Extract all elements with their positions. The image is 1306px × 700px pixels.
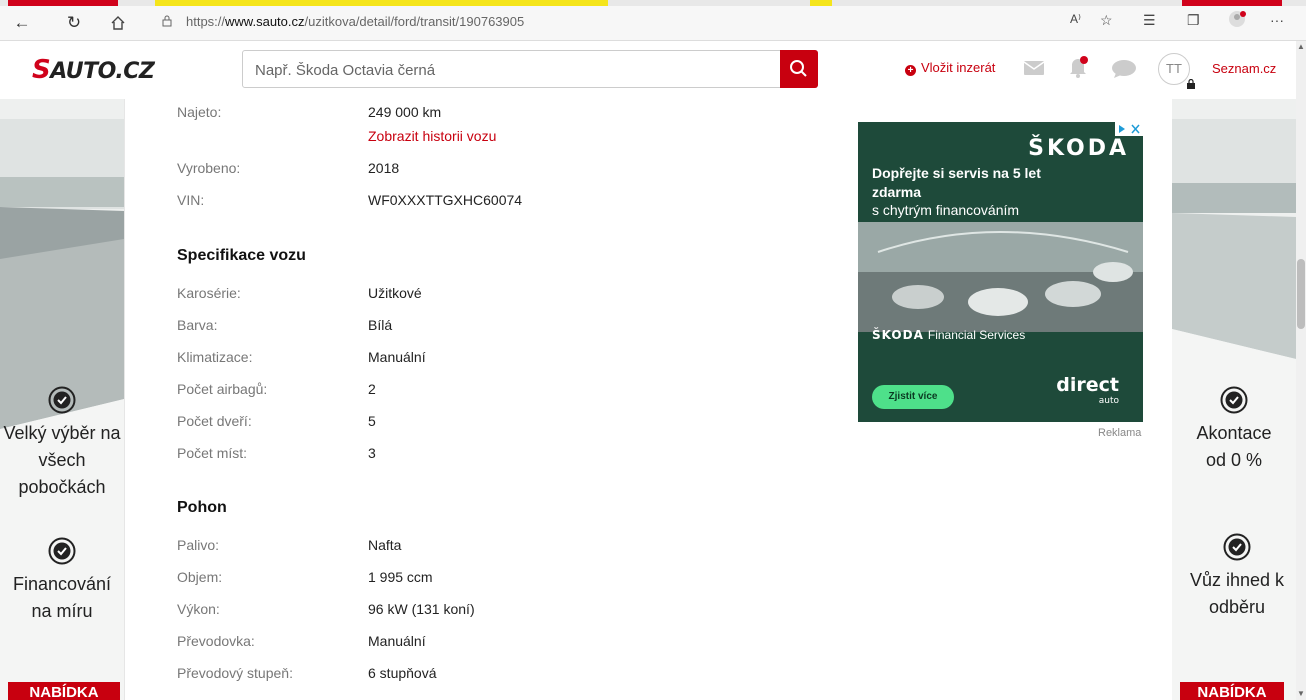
skoda-ad[interactable]: ŠKODA Dopřejte si servis na 5 let zdarma… xyxy=(858,122,1143,422)
drive-label: Palivo: xyxy=(177,537,220,553)
mileage-value: 249 000 km xyxy=(368,104,442,120)
spec-label: Počet airbagů: xyxy=(177,381,268,397)
page-scrollbar[interactable]: ▲ ▼ xyxy=(1296,41,1306,700)
year-label: Vyrobeno: xyxy=(177,160,241,176)
right-feature-1: Akontace od 0 % xyxy=(1172,386,1296,474)
spec-value: 2 xyxy=(368,381,376,397)
spec-label: Klimatizace: xyxy=(177,349,253,365)
scrollbar-thumb[interactable] xyxy=(1297,259,1305,329)
skoda-logo: ŠKODA xyxy=(1028,136,1129,161)
site-header: SAUTO.CZ +Vložit inzerát TT Seznam.cz xyxy=(0,41,1296,100)
ad-subline: s chytrým financováním xyxy=(872,202,1020,218)
drive-label: Výkon: xyxy=(177,601,220,617)
sauto-logo[interactable]: SAUTO.CZ xyxy=(32,55,155,85)
spec-value: Užitkové xyxy=(368,285,422,301)
address-bar[interactable]: https://www.sauto.cz/uzitkova/detail/for… xyxy=(150,9,1150,36)
url-text: https://www.sauto.cz/uzitkova/detail/for… xyxy=(186,14,525,29)
notification-bell-icon[interactable] xyxy=(1067,55,1089,79)
check-circle-icon xyxy=(1220,386,1248,414)
drive-value: 96 kW (131 koní) xyxy=(368,601,475,617)
search-button[interactable] xyxy=(780,50,818,88)
search-box xyxy=(242,50,818,88)
seznam-link[interactable]: Seznam.cz xyxy=(1212,61,1276,76)
lock-icon xyxy=(162,15,172,27)
mail-icon[interactable] xyxy=(1023,59,1045,77)
check-circle-icon xyxy=(48,537,76,565)
right-column: ŠKODA Dopřejte si servis na 5 let zdarma… xyxy=(833,99,1172,700)
spec-value: 5 xyxy=(368,413,376,429)
add-listing-link[interactable]: + Vložit inzerát xyxy=(905,60,995,76)
ad-choices-icon[interactable] xyxy=(1115,122,1143,136)
right-offer-button[interactable]: NABÍDKA xyxy=(1180,682,1284,700)
scroll-up-icon[interactable]: ▲ xyxy=(1297,43,1305,51)
drive-value: Manuální xyxy=(368,633,426,649)
refresh-icon[interactable]: ↻ xyxy=(62,11,86,35)
browser-toolbar: ← ↻ https://www.sauto.cz/uzitkova/detail… xyxy=(0,6,1306,41)
direct-auto-logo: direct auto xyxy=(1056,374,1119,407)
drive-label: Převodovka: xyxy=(177,633,255,649)
vehicle-details-panel: Najeto: 249 000 km Zobrazit historii voz… xyxy=(124,99,834,700)
vin-label: VIN: xyxy=(177,192,205,208)
scroll-down-icon[interactable]: ▼ xyxy=(1297,690,1305,698)
check-circle-icon xyxy=(1223,533,1251,561)
search-icon xyxy=(790,60,807,77)
chat-icon[interactable] xyxy=(1111,59,1137,79)
left-feature-2: Financování na míru xyxy=(4,537,120,625)
drive-label: Převodový stupeň: xyxy=(177,665,293,681)
plus-icon: + xyxy=(905,65,916,76)
left-offer-button[interactable]: NABÍDKA xyxy=(8,682,120,700)
right-side-banner[interactable]: Akontace od 0 % Vůz ihned k odběru NABÍD… xyxy=(1172,99,1296,700)
ad-financial-services: ŠKODA Financial Services xyxy=(872,328,1026,342)
mileage-label: Najeto: xyxy=(177,104,222,120)
search-input[interactable] xyxy=(253,58,777,82)
drive-value: 1 995 ccm xyxy=(368,569,433,585)
spec-label: Karosérie: xyxy=(177,285,241,301)
more-icon[interactable]: ··· xyxy=(1270,12,1284,28)
ad-headline: Dopřejte si servis na 5 let zdarma xyxy=(872,165,1041,200)
home-icon[interactable] xyxy=(106,11,130,35)
drive-value: 6 stupňová xyxy=(368,665,437,681)
ad-label: Reklama xyxy=(1098,427,1142,439)
spec-value: 3 xyxy=(368,445,376,461)
back-icon[interactable]: ← xyxy=(10,11,34,35)
check-circle-icon xyxy=(48,386,76,414)
vehicle-history-link[interactable]: Zobrazit historii vozu xyxy=(368,128,496,144)
left-side-banner[interactable]: Velký výběr na všech pobočkách Financová… xyxy=(0,99,124,700)
spec-label: Počet dveří: xyxy=(177,413,252,429)
vin-value: WF0XXXTTGXHC60074 xyxy=(368,192,523,208)
read-aloud-icon[interactable]: A⁾ xyxy=(1070,12,1081,26)
favorite-icon[interactable]: ☆ xyxy=(1100,12,1113,29)
specs-heading: Specifikace vozu xyxy=(177,247,306,264)
year-value: 2018 xyxy=(368,160,400,176)
avatar-lock-icon xyxy=(1187,79,1195,89)
spec-label: Barva: xyxy=(177,317,218,333)
drive-label: Objem: xyxy=(177,569,223,585)
profile-icon[interactable] xyxy=(1228,10,1246,31)
ad-cta-button[interactable]: Zjistit více xyxy=(872,385,954,409)
drive-heading: Pohon xyxy=(177,499,227,516)
right-feature-2: Vůz ihned k odběru xyxy=(1172,533,1296,621)
spec-value: Manuální xyxy=(368,349,426,365)
favorites-list-icon[interactable]: ☰ xyxy=(1143,12,1156,29)
collections-icon[interactable]: ❐ xyxy=(1187,12,1200,29)
spec-label: Počet míst: xyxy=(177,445,248,461)
drive-value: Nafta xyxy=(368,537,402,553)
spec-value: Bílá xyxy=(368,317,393,333)
left-feature-1: Velký výběr na všech pobočkách xyxy=(0,386,124,501)
